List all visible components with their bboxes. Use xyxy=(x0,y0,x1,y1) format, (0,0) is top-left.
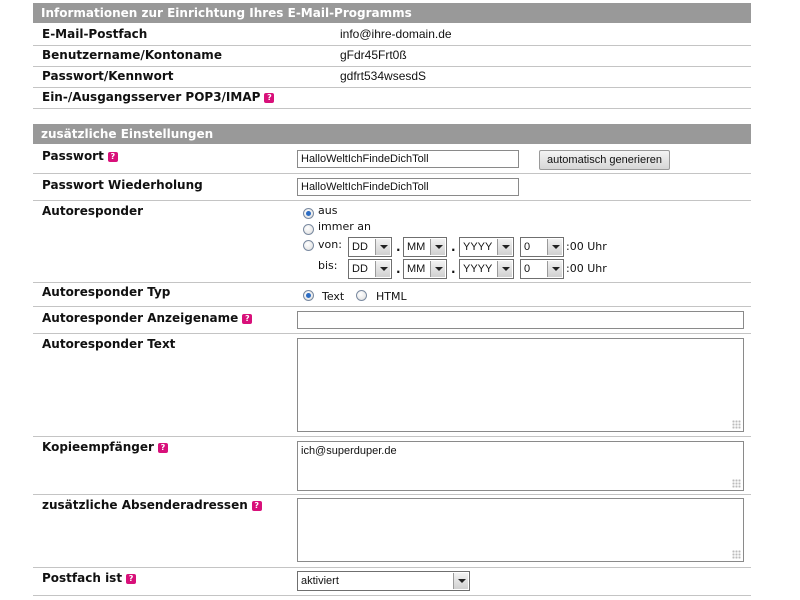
divider xyxy=(33,45,751,46)
date-separator: . xyxy=(451,262,456,276)
cc-textarea[interactable]: ich@superduper.de xyxy=(297,441,744,491)
mailbox-status-label: Postfach ist? xyxy=(42,571,137,585)
from-hour-value: 0 xyxy=(524,241,531,253)
mailbox-status-value: aktiviert xyxy=(301,575,339,587)
chevron-down-icon xyxy=(547,239,562,255)
to-hour-value: 0 xyxy=(524,263,531,275)
help-icon[interactable]: ? xyxy=(251,501,262,511)
autoresponder-off-label: aus xyxy=(318,204,338,217)
help-icon[interactable]: ? xyxy=(242,314,253,324)
autoresponder-always-label: immer an xyxy=(318,220,371,233)
date-separator: . xyxy=(451,240,456,254)
divider xyxy=(33,108,751,109)
autoresponder-to-label: bis: xyxy=(318,259,338,272)
divider xyxy=(33,173,751,174)
divider xyxy=(33,87,751,88)
password-input[interactable]: HalloWeltIchFindeDichToll xyxy=(297,150,519,168)
info-section-header: Informationen zur Einrichtung Ihres E-Ma… xyxy=(33,3,751,23)
sender-addresses-label: zusätzliche Absenderadressen? xyxy=(42,498,262,512)
type-html-label: HTML xyxy=(376,290,407,303)
to-time-suffix: :00 Uhr xyxy=(566,262,607,275)
account-password-label: Passwort/Kennwort xyxy=(42,69,174,83)
type-html-radio[interactable] xyxy=(356,290,367,301)
from-time-suffix: :00 Uhr xyxy=(566,240,607,253)
autoresponder-always-radio[interactable] xyxy=(303,224,314,235)
from-day-value: DD xyxy=(352,241,368,253)
username-label: Benutzername/Kontoname xyxy=(42,48,222,62)
server-label-text: Ein-/Ausgangsserver POP3/IMAP xyxy=(42,90,261,104)
type-text-label: Text xyxy=(322,290,345,303)
password-repeat-label: Passwort Wiederholung xyxy=(42,178,203,192)
resize-grip-icon[interactable] xyxy=(732,420,741,429)
help-icon[interactable]: ? xyxy=(264,93,275,103)
autoresponder-text-area[interactable] xyxy=(297,338,744,432)
divider xyxy=(33,306,751,307)
chevron-down-icon xyxy=(430,239,445,255)
mailbox-value: info@ihre-domain.de xyxy=(340,27,452,41)
to-hour-select[interactable]: 0 xyxy=(520,259,564,279)
chevron-down-icon xyxy=(375,239,390,255)
autoresponder-off-radio[interactable] xyxy=(303,208,314,219)
divider xyxy=(33,436,751,437)
cc-value: ich@superduper.de xyxy=(301,445,397,457)
settings-section-header: zusätzliche Einstellungen xyxy=(33,124,751,144)
sender-addresses-textarea[interactable] xyxy=(297,498,744,562)
autoresponder-label: Autoresponder xyxy=(42,204,144,218)
server-label: Ein-/Ausgangsserver POP3/IMAP? xyxy=(42,90,275,104)
sender-addresses-label-text: zusätzliche Absenderadressen xyxy=(42,498,248,512)
resize-grip-icon[interactable] xyxy=(732,479,741,488)
password-repeat-input[interactable]: HalloWeltIchFindeDichToll xyxy=(297,178,519,196)
cc-label-text: Kopieempfänger xyxy=(42,440,154,454)
date-separator: . xyxy=(396,240,401,254)
type-text-radio[interactable] xyxy=(303,290,314,301)
to-year-select[interactable]: YYYY xyxy=(459,259,514,279)
generate-password-button[interactable]: automatisch generieren xyxy=(539,150,670,170)
to-year-value: YYYY xyxy=(463,263,493,275)
autoresponder-from-label: von: xyxy=(318,238,342,251)
from-month-select[interactable]: MM xyxy=(403,237,447,257)
cc-label: Kopieempfänger? xyxy=(42,440,168,454)
password-label-text: Passwort xyxy=(42,149,104,163)
to-day-value: DD xyxy=(352,263,368,275)
date-separator: . xyxy=(396,262,401,276)
divider xyxy=(33,333,751,334)
account-password-value: gdfrt534wsesdS xyxy=(340,69,427,83)
chevron-down-icon xyxy=(547,261,562,277)
from-year-value: YYYY xyxy=(463,241,493,253)
help-icon[interactable]: ? xyxy=(126,574,137,584)
autoresponder-period-radio[interactable] xyxy=(303,240,314,251)
to-day-select[interactable]: DD xyxy=(348,259,392,279)
help-icon[interactable]: ? xyxy=(107,152,118,162)
from-day-select[interactable]: DD xyxy=(348,237,392,257)
chevron-down-icon xyxy=(453,573,468,589)
mailbox-label: E-Mail-Postfach xyxy=(42,27,148,41)
divider xyxy=(33,282,751,283)
chevron-down-icon xyxy=(375,261,390,277)
chevron-down-icon xyxy=(497,239,512,255)
chevron-down-icon xyxy=(497,261,512,277)
help-icon[interactable]: ? xyxy=(157,443,168,453)
divider xyxy=(33,595,751,596)
to-month-select[interactable]: MM xyxy=(403,259,447,279)
to-month-value: MM xyxy=(407,263,426,275)
divider xyxy=(33,494,751,495)
autoresponder-name-label: Autoresponder Anzeigename? xyxy=(42,311,253,325)
from-year-select[interactable]: YYYY xyxy=(459,237,514,257)
resize-grip-icon[interactable] xyxy=(732,550,741,559)
autoresponder-name-input[interactable] xyxy=(297,311,744,329)
autoresponder-text-label: Autoresponder Text xyxy=(42,337,176,351)
username-value: gFdr45Frt0ß xyxy=(340,48,407,62)
from-hour-select[interactable]: 0 xyxy=(520,237,564,257)
divider xyxy=(33,66,751,67)
chevron-down-icon xyxy=(430,261,445,277)
password-label: Passwort? xyxy=(42,149,118,163)
divider xyxy=(33,200,751,201)
autoresponder-type-label: Autoresponder Typ xyxy=(42,285,171,299)
mailbox-status-label-text: Postfach ist xyxy=(42,571,123,585)
from-month-value: MM xyxy=(407,241,426,253)
autoresponder-name-label-text: Autoresponder Anzeigename xyxy=(42,311,239,325)
mailbox-status-select[interactable]: aktiviert xyxy=(297,571,470,591)
divider xyxy=(33,567,751,568)
